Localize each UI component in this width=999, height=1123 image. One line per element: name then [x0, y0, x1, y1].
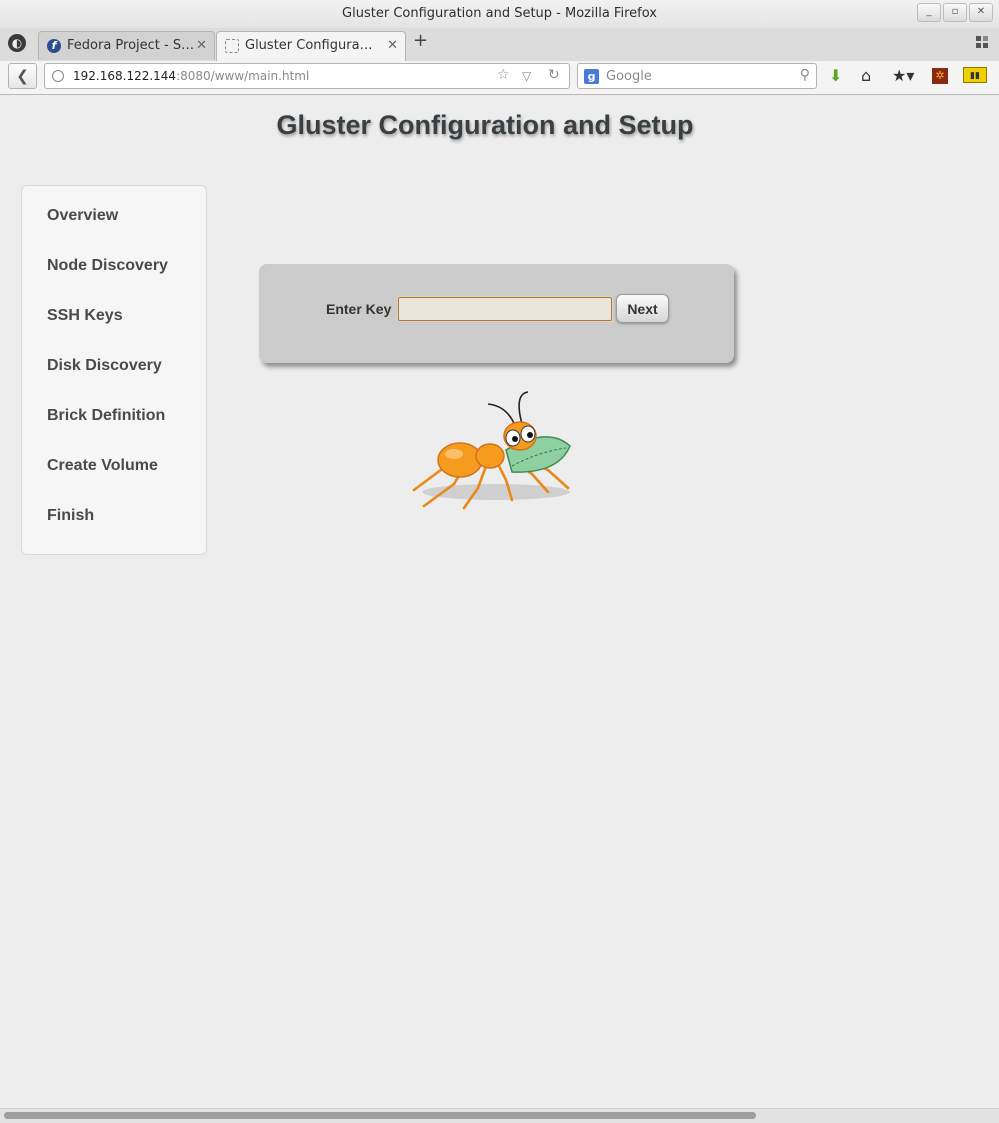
sidebar-nav: Overview Node Discovery SSH Keys Disk Di…	[21, 185, 207, 555]
enter-key-label: Enter Key	[326, 301, 392, 317]
window-titlebar: Gluster Configuration and Setup - Mozill…	[0, 0, 999, 28]
tab-gluster-config[interactable]: Gluster Configuratio… ✕	[216, 31, 406, 61]
tab-close-icon[interactable]: ✕	[387, 32, 398, 60]
window-controls: _ ▫ ✕	[917, 3, 993, 22]
meter-icon[interactable]: ▮▮	[963, 67, 987, 83]
sidebar-item-node-discovery[interactable]: Node Discovery	[47, 257, 168, 275]
key-input[interactable]	[398, 297, 612, 321]
new-tab-button[interactable]: +	[413, 30, 428, 51]
next-button[interactable]: Next	[616, 294, 669, 323]
fedora-icon: f	[47, 39, 61, 53]
tab-fedora-project[interactable]: f Fedora Project - St… ✕	[38, 31, 215, 60]
tab-close-icon[interactable]: ✕	[196, 32, 207, 60]
gluster-ant-logo	[412, 391, 571, 510]
tab-label: Fedora Project - St…	[67, 38, 197, 53]
page-title: Gluster Configuration and Setup	[276, 110, 694, 140]
bookmark-star-icon[interactable]: ☆	[497, 67, 510, 83]
search-icon[interactable]: ⚲	[800, 67, 810, 83]
sidebar-item-finish[interactable]: Finish	[47, 507, 94, 525]
g-icon: g	[584, 69, 599, 84]
tab-groups-icon[interactable]	[976, 36, 989, 49]
home-icon[interactable]: ⌂	[861, 66, 871, 85]
history-dropdown-icon[interactable]: ▽	[522, 69, 531, 83]
tab-strip: ◐ f Fedora Project - St… ✕ Gluster Confi…	[0, 28, 999, 62]
tab-label: Gluster Configuratio…	[245, 38, 375, 53]
addon-icon[interactable]: ✲	[932, 68, 948, 84]
minimize-button[interactable]: _	[917, 3, 941, 22]
search-placeholder: Google	[606, 69, 652, 84]
scrollbar-thumb[interactable]	[4, 1112, 756, 1119]
maximize-button[interactable]: ▫	[943, 3, 967, 22]
url-bar[interactable]: 192.168.122.144:8080/www/main.html ☆ ▽ ↻	[44, 63, 570, 89]
sidebar-item-ssh-keys[interactable]: SSH Keys	[47, 307, 123, 325]
horizontal-scrollbar[interactable]	[0, 1108, 999, 1123]
key-entry-panel: Enter Key Next	[259, 264, 734, 363]
url-text[interactable]: 192.168.122.144:8080/www/main.html	[73, 64, 309, 89]
blank-page-icon	[225, 39, 239, 53]
window-title: Gluster Configuration and Setup - Mozill…	[342, 6, 657, 21]
navigation-toolbar: ❮ 192.168.122.144:8080/www/main.html ☆ ▽…	[0, 61, 999, 95]
bookmarks-menu-icon[interactable]: ★▾	[892, 66, 914, 85]
back-button[interactable]: ❮	[8, 63, 37, 89]
close-window-button[interactable]: ✕	[969, 3, 993, 22]
download-icon[interactable]: ⬇	[829, 66, 842, 85]
sidebar-item-brick-definition[interactable]: Brick Definition	[47, 407, 165, 425]
globe-icon	[52, 70, 64, 82]
sidebar-item-create-volume[interactable]: Create Volume	[47, 457, 158, 475]
sidebar-item-disk-discovery[interactable]: Disk Discovery	[47, 357, 162, 375]
firefox-menu-icon[interactable]: ◐	[8, 34, 26, 52]
search-bar[interactable]: g Google ⚲	[577, 63, 817, 89]
reload-icon[interactable]: ↻	[548, 67, 560, 83]
sidebar-item-overview[interactable]: Overview	[47, 207, 118, 225]
